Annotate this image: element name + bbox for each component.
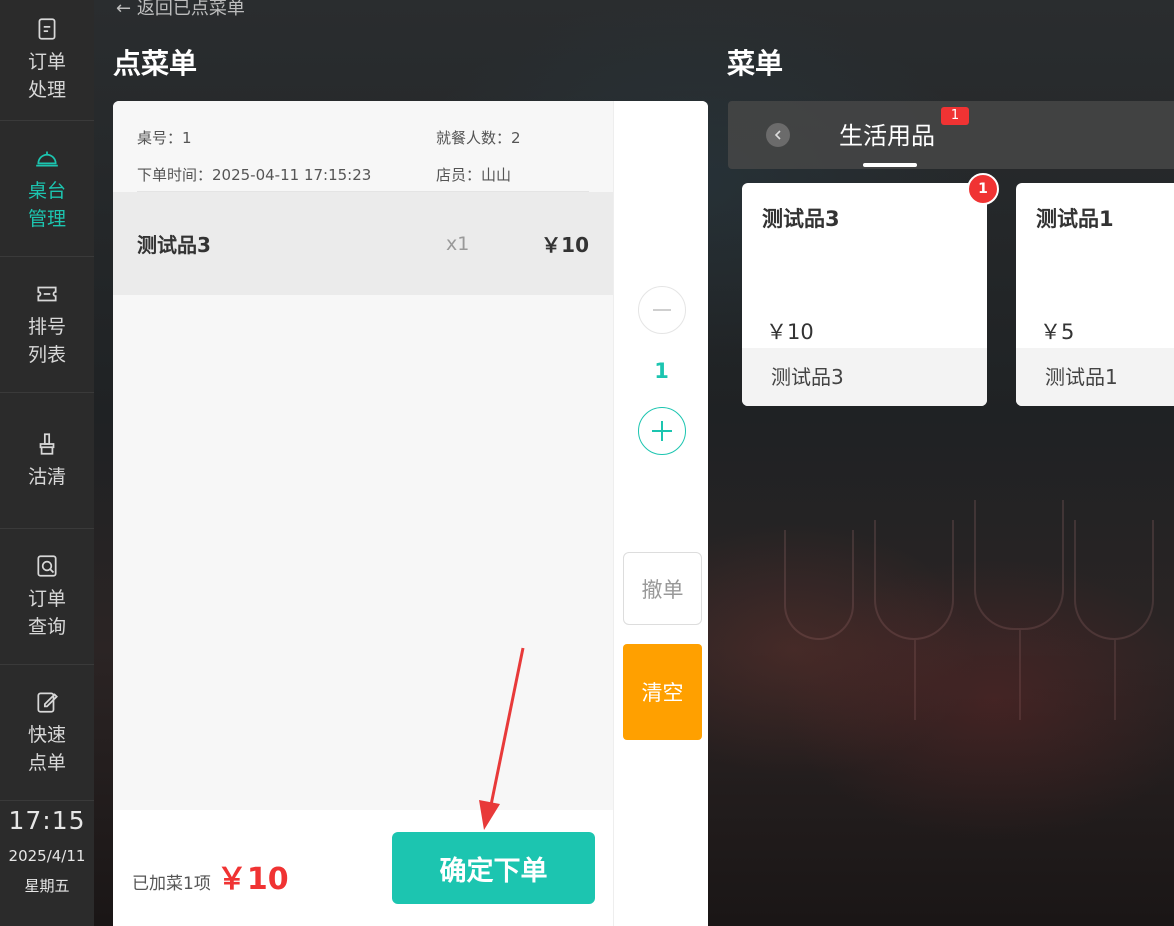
sidebar-item-order-search[interactable]: 订单 查询 (0, 529, 94, 665)
search-doc-icon (37, 554, 57, 577)
order-panel: 桌号：1 就餐人数：2 下单时间：2025-04-11 17:15:23 店员：… (113, 101, 708, 926)
file-icon (38, 18, 56, 40)
menu-card-footer: 测试品3 (742, 348, 987, 406)
arrow-left-icon: ← (116, 0, 132, 19)
glass-decoration (1114, 640, 1116, 720)
menu-card-name: 测试品3 (762, 207, 840, 231)
menu-card-price: ￥10 (766, 320, 814, 344)
menu-title: 菜单 (727, 47, 784, 80)
sidebar-item-label: 排号 列表 (27, 315, 66, 366)
menu-card-price: ￥5 (1040, 320, 1075, 344)
order-total: ￥10 (216, 862, 289, 897)
increase-button[interactable] (638, 407, 686, 455)
order-title: 点菜单 (113, 47, 198, 80)
sidebar-item-label: 桌台 管理 (27, 179, 66, 230)
back-link-label: 返回已点菜单 (136, 0, 245, 19)
sidebar-item-label: 快速 点单 (27, 723, 66, 774)
order-item-row[interactable]: 测试品3 x1 ￥10 (113, 192, 613, 295)
sidebar-item-sold-out[interactable]: 沽清 (0, 393, 94, 529)
order-footer: 已加菜1项 ￥10 确定下单 (113, 810, 613, 926)
order-item-name: 测试品3 (137, 233, 211, 257)
order-summary: 已加菜1项 ￥10 (132, 854, 289, 898)
back-link[interactable]: ← 返回已点菜单 (116, 0, 245, 20)
guest-count: 就餐人数：2 (436, 129, 521, 147)
quantity-controls: 1 撤单 清空 (613, 101, 708, 926)
order-item-price: ￥10 (541, 233, 589, 257)
sidebar-item-queue-list[interactable]: 排号 列表 (0, 257, 94, 393)
card-count-badge: 1 (967, 173, 999, 205)
clear-button[interactable]: 清空 (623, 644, 702, 740)
minus-icon (653, 309, 671, 311)
confirm-order-button[interactable]: 确定下单 (392, 832, 595, 904)
order-time: 下单时间：2025-04-11 17:15:23 (137, 166, 372, 184)
glass-decoration (974, 500, 1064, 630)
order-main: 桌号：1 就餐人数：2 下单时间：2025-04-11 17:15:23 店员：… (113, 101, 613, 926)
clock-date: 2025/4/11 (8, 847, 86, 865)
table-number: 桌号：1 (137, 129, 192, 147)
order-item-qty: x1 (446, 232, 470, 255)
sidebar-item-label: 订单 查询 (27, 587, 66, 638)
ticket-icon (37, 286, 57, 301)
cancel-order-button[interactable]: 撤单 (623, 552, 702, 625)
sidebar-item-label: 订单 处理 (27, 51, 66, 101)
bell-icon (36, 151, 58, 166)
clock-weekday: 星期五 (24, 877, 70, 895)
menu-card-name: 测试品1 (1036, 207, 1114, 231)
order-info: 桌号：1 就餐人数：2 下单时间：2025-04-11 17:15:23 店员：… (137, 119, 589, 193)
tab-daily-goods[interactable]: 生活用品 (839, 116, 935, 151)
tab-underline (863, 163, 917, 167)
menu-card[interactable]: 测试品3 ￥10 测试品3 (742, 183, 987, 406)
clock-time: 17:15 (8, 806, 86, 835)
glass-decoration (1074, 520, 1154, 640)
staff-name: 店员：山山 (436, 166, 512, 184)
sidebar-item-quick-order[interactable]: 快速 点单 (0, 665, 94, 801)
sidebar: 订单 处理 桌台 管理 排号 列表 沽清 订单 查询 快速 点单 17:15 2… (0, 0, 94, 926)
sidebar-item-order-processing[interactable]: 订单 处理 (0, 0, 94, 121)
plus-icon (652, 421, 672, 441)
edit-icon (37, 691, 58, 713)
quantity-display: 1 (654, 359, 669, 383)
brush-icon (39, 432, 55, 455)
chevron-left-icon (774, 130, 781, 140)
sidebar-item-table-management[interactable]: 桌台 管理 (0, 121, 94, 257)
tab-badge: 1 (941, 107, 969, 125)
summary-label: 已加菜1项 (132, 874, 211, 894)
glass-decoration (1019, 630, 1021, 720)
glass-decoration (914, 640, 916, 720)
menu-card[interactable]: 测试品1 ￥5 测试品1 (1016, 183, 1174, 406)
glass-decoration (784, 530, 854, 640)
category-tab-bar: 生活用品 1 (728, 101, 1174, 169)
tab-prev-button[interactable] (766, 123, 790, 147)
glass-decoration (874, 520, 954, 640)
decrease-button[interactable] (638, 286, 686, 334)
sidebar-item-label: 沽清 (27, 465, 66, 488)
menu-card-footer: 测试品1 (1016, 348, 1174, 406)
clock: 17:15 2025/4/11 星期五 (0, 800, 94, 896)
